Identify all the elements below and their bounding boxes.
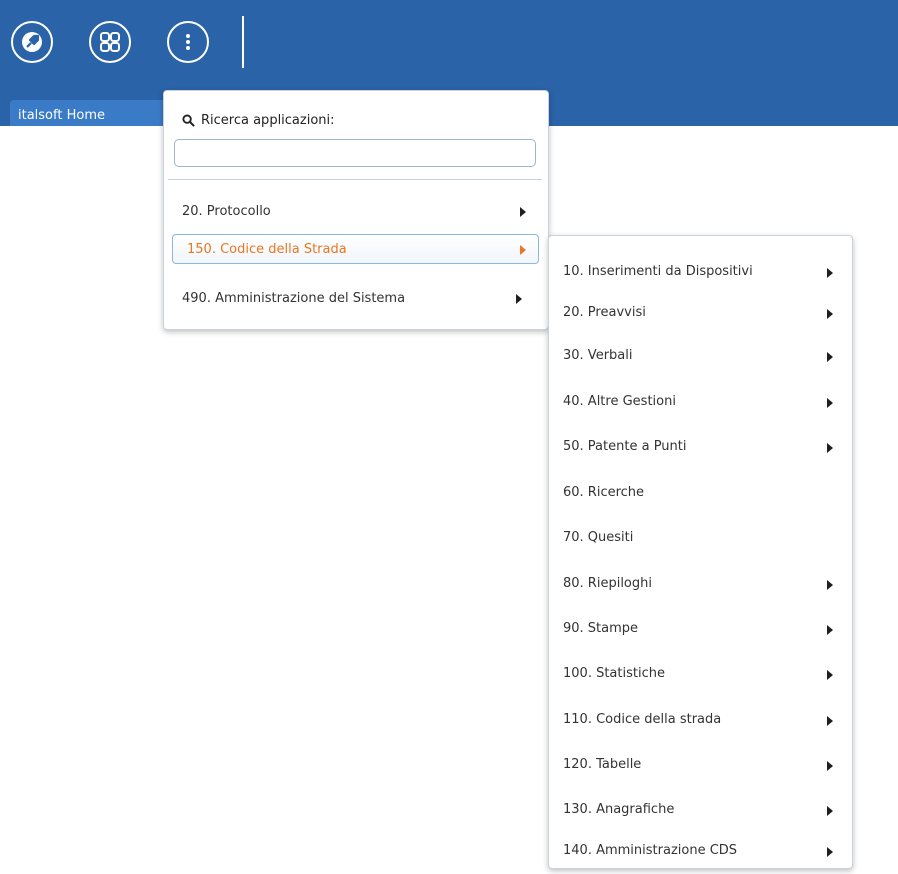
submenu-item-preavvisi[interactable]: 20. Preavvisi [549, 297, 852, 327]
submenu-item-codice-della-strada[interactable]: 110. Codice della strada [549, 704, 852, 734]
search-label-text: Ricerca applicazioni: [201, 113, 335, 128]
submenu-item-riepiloghi[interactable]: 80. Riepiloghi [549, 568, 852, 598]
submenu-arrow-icon [827, 847, 833, 857]
menu-item-codice-della-strada[interactable]: 150. Codice della Strada [172, 234, 539, 264]
menu-item-label: 490. Amministrazione del Sistema [182, 291, 406, 306]
submenu-arrow-icon [827, 309, 833, 319]
submenu-item-label: 90. Stampe [563, 621, 639, 636]
submenu-arrow-icon [827, 670, 833, 680]
submenu-arrow-icon [827, 352, 833, 362]
submenu-arrow-icon [827, 580, 833, 590]
submenu-arrow-icon [516, 294, 522, 304]
menu-divider [168, 179, 542, 180]
submenu-arrow-icon [827, 716, 833, 726]
submenu-item-label: 20. Preavvisi [563, 305, 646, 320]
codice-strada-submenu: 10. Inserimenti da Dispositivi 20. Preav… [548, 235, 853, 869]
submenu-arrow-icon [827, 268, 833, 278]
submenu-item-stampe[interactable]: 90. Stampe [549, 613, 852, 643]
submenu-item-tabelle[interactable]: 120. Tabelle [549, 749, 852, 779]
submenu-arrow-icon [827, 761, 833, 771]
submenu-item-label: 60. Ricerche [563, 485, 645, 500]
submenu-item-quesiti[interactable]: 70. Quesiti [549, 522, 852, 552]
submenu-arrow-icon [827, 443, 833, 453]
submenu-item-patente-a-punti[interactable]: 50. Patente a Punti [549, 431, 852, 461]
submenu-item-statistiche[interactable]: 100. Statistiche [549, 658, 852, 688]
submenu-arrow-icon [520, 207, 526, 217]
menu-item-label: 20. Protocollo [182, 204, 271, 219]
more-vertical-icon[interactable] [167, 21, 209, 63]
menu-item-label: 150. Codice della Strada [187, 242, 347, 257]
search-input[interactable] [174, 139, 536, 167]
submenu-item-anagrafiche[interactable]: 130. Anagrafiche [549, 794, 852, 824]
submenu-item-amministrazione-cds[interactable]: 140. Amministrazione CDS [549, 835, 852, 865]
apps-grid-icon[interactable] [89, 21, 131, 63]
submenu-item-label: 80. Riepiloghi [563, 576, 652, 591]
submenu-item-inserimenti[interactable]: 10. Inserimenti da Dispositivi [549, 256, 852, 286]
toolbar-separator [242, 16, 244, 68]
submenu-item-label: 140. Amministrazione CDS [563, 843, 738, 858]
submenu-item-label: 110. Codice della strada [563, 712, 722, 727]
submenu-arrow-icon [827, 625, 833, 635]
search-label: Ricerca applicazioni: [182, 113, 335, 128]
applications-menu: Ricerca applicazioni: 20. Protocollo 150… [163, 90, 549, 330]
rocket-icon[interactable] [11, 21, 53, 63]
submenu-item-label: 130. Anagrafiche [563, 802, 675, 817]
tab-label: italsoft Home [18, 108, 105, 123]
submenu-item-label: 10. Inserimenti da Dispositivi [563, 264, 753, 279]
menu-item-protocollo[interactable]: 20. Protocollo [168, 197, 542, 225]
submenu-item-label: 40. Altre Gestioni [563, 394, 676, 409]
submenu-item-label: 100. Statistiche [563, 666, 665, 681]
submenu-item-ricerche[interactable]: 60. Ricerche [549, 477, 852, 507]
submenu-item-label: 120. Tabelle [563, 757, 642, 772]
search-icon [182, 114, 195, 127]
submenu-arrow-icon [827, 398, 833, 408]
submenu-item-altre-gestioni[interactable]: 40. Altre Gestioni [549, 386, 852, 416]
menu-item-amministrazione-sistema[interactable]: 490. Amministrazione del Sistema [168, 284, 542, 312]
submenu-item-verbali[interactable]: 30. Verbali [549, 340, 852, 370]
submenu-item-label: 70. Quesiti [563, 530, 634, 545]
submenu-arrow-icon [827, 806, 833, 816]
submenu-item-label: 30. Verbali [563, 348, 633, 363]
submenu-item-label: 50. Patente a Punti [563, 439, 687, 454]
submenu-arrow-icon [520, 245, 526, 255]
tab-italsoft-home[interactable]: italsoft Home [10, 100, 180, 126]
